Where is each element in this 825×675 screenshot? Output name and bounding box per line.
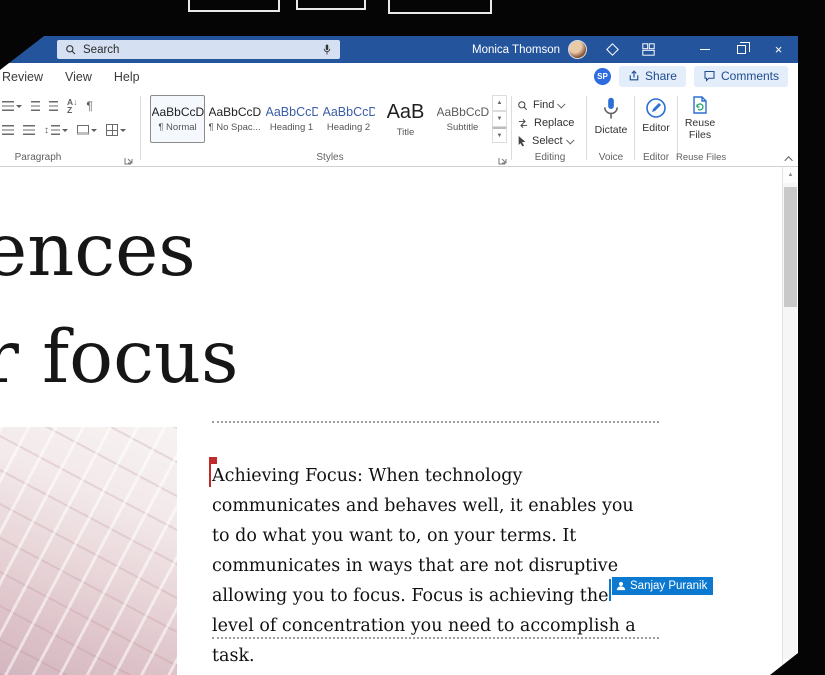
find-icon bbox=[517, 100, 528, 111]
dictate-button[interactable]: Dictate bbox=[590, 96, 632, 136]
avatar[interactable] bbox=[568, 40, 587, 59]
chevron-down-icon bbox=[566, 136, 574, 144]
tab-view[interactable]: View bbox=[54, 63, 103, 90]
collapse-ribbon-button[interactable] bbox=[784, 154, 796, 164]
styles-dialog-launcher-icon[interactable] bbox=[498, 152, 508, 162]
decrease-indent-icon[interactable] bbox=[31, 101, 40, 111]
paragraph-group: A↓Z ¶ ↕ bbox=[0, 96, 138, 144]
dotted-separator-top bbox=[212, 421, 659, 423]
device-bezel-top bbox=[0, 0, 825, 36]
paragraph-dialog-launcher-icon[interactable] bbox=[124, 152, 134, 162]
device-screen: Search Monica Thomson × Review bbox=[0, 0, 825, 675]
document-paragraph[interactable]: Achieving Focus: When technology communi… bbox=[212, 461, 636, 671]
editing-group-label: Editing bbox=[525, 152, 575, 163]
show-formatting-marks-icon[interactable]: ¶ bbox=[86, 99, 92, 113]
increase-indent-icon[interactable] bbox=[49, 101, 58, 111]
vertical-scrollbar[interactable]: ▲ ▼ bbox=[782, 167, 797, 675]
styles-gallery-scroll-down[interactable]: ▼ bbox=[492, 111, 507, 127]
sort-icon[interactable]: A↓Z bbox=[67, 98, 77, 115]
account-user-name[interactable]: Monica Thomson bbox=[472, 44, 560, 56]
styles-group-label: Styles bbox=[300, 152, 360, 163]
voice-search-mic-icon[interactable] bbox=[322, 43, 332, 56]
background-window-outline bbox=[188, 0, 280, 12]
dotted-separator-bottom bbox=[212, 637, 659, 639]
editor-group-label: Editor bbox=[641, 152, 671, 163]
person-icon bbox=[616, 581, 626, 591]
search-icon bbox=[65, 44, 76, 55]
title-bar: Search Monica Thomson × bbox=[0, 36, 798, 63]
ribbon-tab-row: Review View Help SP Share Comments bbox=[0, 63, 798, 90]
align-center-icon[interactable] bbox=[23, 125, 35, 135]
paragraph-group-label: Paragraph bbox=[8, 152, 68, 163]
share-button[interactable]: Share bbox=[619, 66, 686, 87]
chevron-down-icon bbox=[557, 100, 565, 108]
reuse-files-group-label: Reuse Files bbox=[676, 152, 724, 163]
apps-grid-icon[interactable] bbox=[639, 41, 657, 59]
minimize-button[interactable] bbox=[697, 42, 712, 57]
restore-button[interactable] bbox=[734, 42, 749, 57]
document-headline-line1[interactable]: ences bbox=[0, 214, 196, 287]
share-icon bbox=[628, 70, 640, 82]
scrollbar-thumb[interactable] bbox=[784, 187, 797, 307]
styles-gallery-more[interactable]: ▼ bbox=[492, 127, 507, 143]
style-heading-2[interactable]: AaBbCcD Heading 2 bbox=[321, 95, 376, 143]
document-canvas[interactable]: ences r focus Achieving Focus: When tech… bbox=[0, 167, 782, 675]
replace-button[interactable]: Replace bbox=[517, 115, 574, 131]
editor-icon bbox=[644, 96, 668, 120]
group-divider bbox=[511, 96, 512, 160]
reuse-files-icon bbox=[690, 95, 710, 115]
collaborator-presence-badge[interactable]: SP bbox=[594, 68, 611, 85]
ribbon: A↓Z ¶ ↕ Paragraph AaBbCcDd ¶ Norma bbox=[0, 90, 798, 167]
search-placeholder: Search bbox=[83, 44, 315, 56]
collaborator-name-flag[interactable]: Sanjay Puranik bbox=[612, 577, 713, 595]
style-heading-1[interactable]: AaBbCcD Heading 1 bbox=[264, 95, 319, 143]
document-headline-line2[interactable]: r focus bbox=[0, 321, 238, 394]
group-divider bbox=[586, 96, 587, 160]
reuse-files-button[interactable]: ReuseFiles bbox=[680, 95, 720, 141]
styles-gallery-scroll-up[interactable]: ▲ bbox=[492, 95, 507, 111]
select-button[interactable]: Select bbox=[517, 133, 574, 149]
collaborator-cursor-blue bbox=[609, 579, 611, 601]
style-no-spacing[interactable]: AaBbCcDd ¶ No Spac... bbox=[207, 95, 262, 143]
tab-review[interactable]: Review bbox=[0, 63, 54, 90]
style-subtitle[interactable]: AaBbCcD Subtitle bbox=[435, 95, 490, 143]
group-divider bbox=[677, 96, 678, 160]
voice-group-label: Voice bbox=[596, 152, 626, 163]
comments-button[interactable]: Comments bbox=[694, 66, 788, 87]
replace-icon bbox=[517, 118, 529, 129]
document-photo-building[interactable] bbox=[0, 427, 177, 675]
borders-icon[interactable] bbox=[106, 124, 126, 136]
line-spacing-icon[interactable]: ↕ bbox=[44, 125, 68, 136]
share-label: Share bbox=[645, 69, 677, 83]
find-button[interactable]: Find bbox=[517, 97, 565, 113]
dictate-mic-icon bbox=[602, 96, 620, 122]
style-title[interactable]: AaB Title bbox=[378, 95, 433, 143]
background-window-outline bbox=[296, 0, 366, 10]
multilevel-list-icon[interactable] bbox=[2, 101, 22, 111]
close-button[interactable]: × bbox=[771, 42, 786, 57]
shading-icon[interactable] bbox=[77, 125, 97, 135]
background-window-outline bbox=[388, 0, 492, 14]
word-app-window: Search Monica Thomson × Review bbox=[0, 36, 798, 675]
select-cursor-icon bbox=[517, 135, 527, 147]
editor-button[interactable]: Editor bbox=[637, 96, 675, 134]
collaborator-cursor-red bbox=[209, 464, 211, 487]
comments-label: Comments bbox=[721, 69, 779, 83]
group-divider bbox=[634, 96, 635, 160]
scroll-up-button[interactable]: ▲ bbox=[783, 167, 798, 183]
tab-help[interactable]: Help bbox=[103, 63, 151, 90]
comments-icon bbox=[703, 70, 716, 82]
group-divider bbox=[140, 96, 141, 160]
search-input[interactable]: Search bbox=[57, 40, 340, 59]
device-bezel-right bbox=[798, 0, 825, 675]
style-normal[interactable]: AaBbCcDd ¶ Normal bbox=[150, 95, 205, 143]
diamond-icon[interactable] bbox=[603, 41, 621, 59]
align-left-icon[interactable] bbox=[2, 125, 14, 135]
